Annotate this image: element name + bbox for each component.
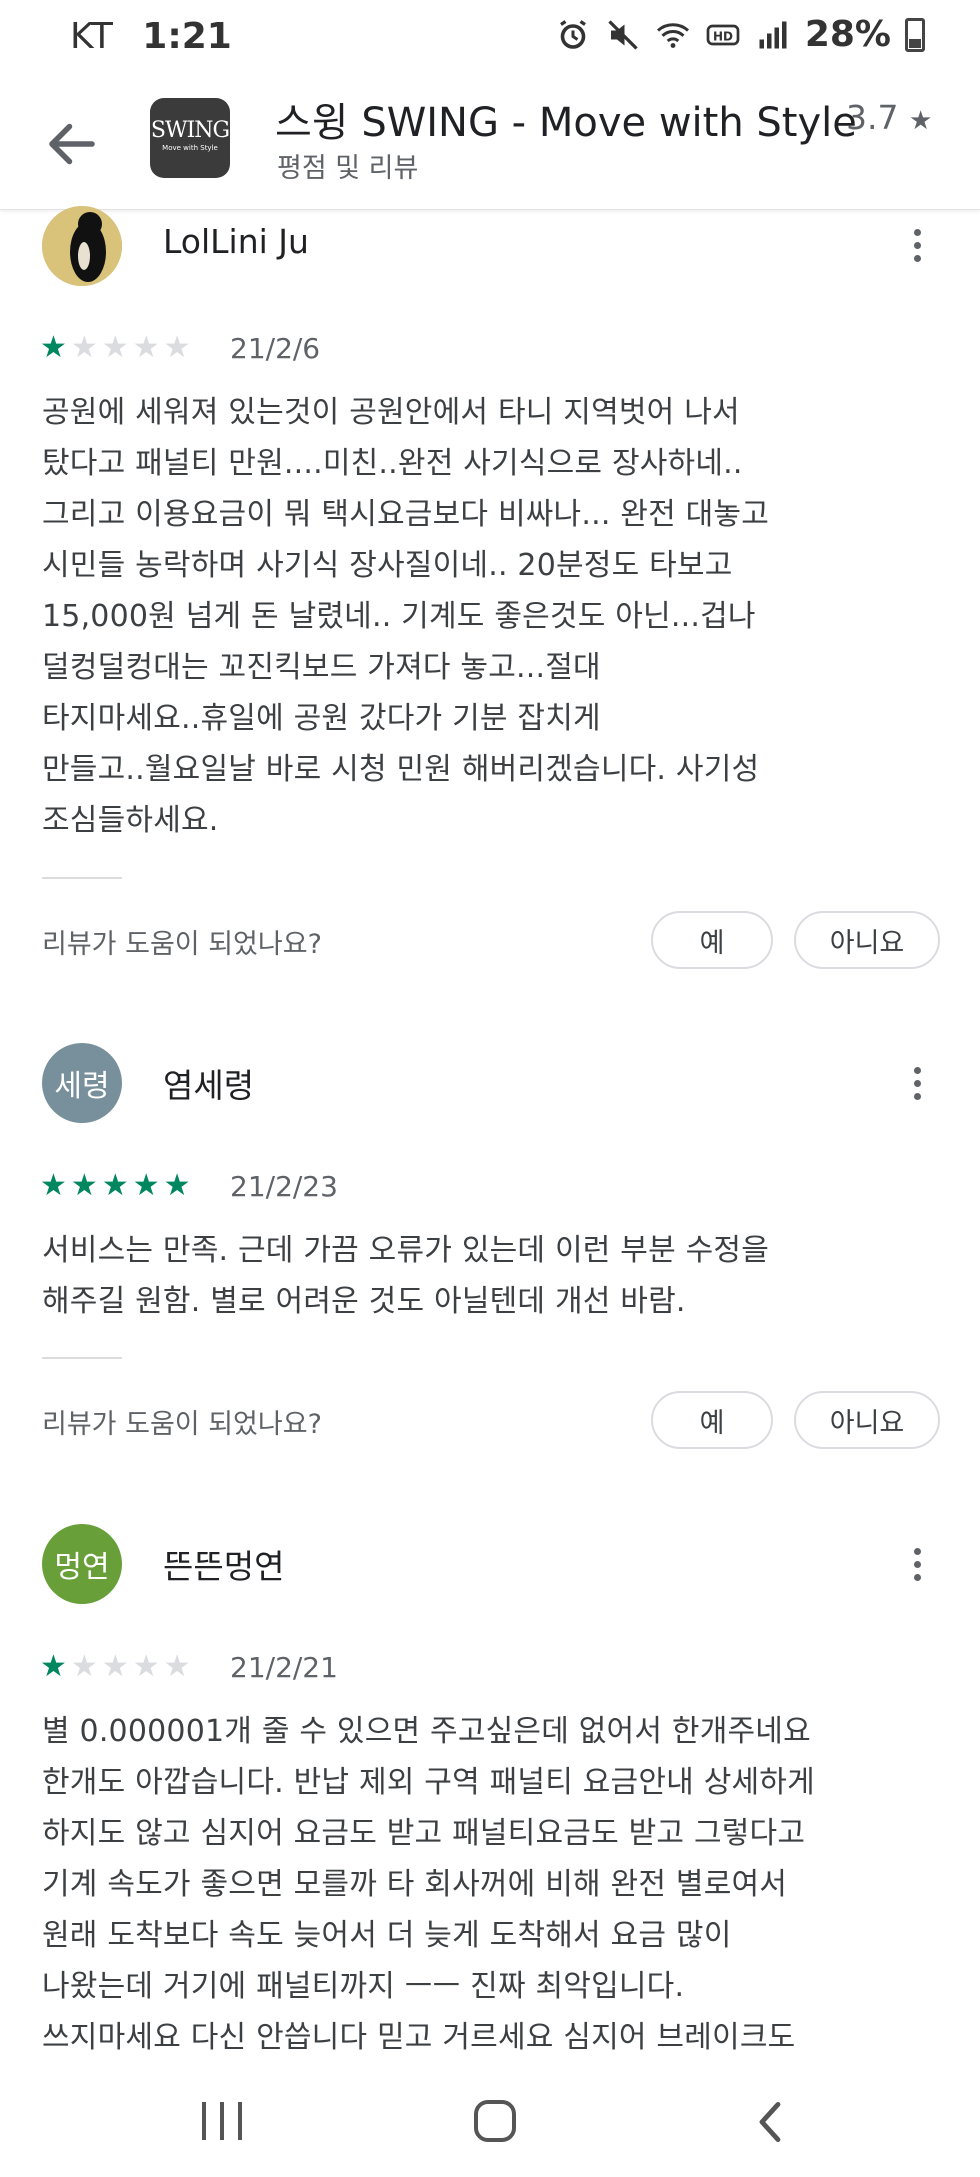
app-icon[interactable]: SWING Move with Style (150, 98, 230, 178)
star-icon: ★ (163, 1168, 191, 1203)
carrier-label: KT (70, 16, 113, 57)
divider (42, 877, 122, 879)
star-icon: ★ (70, 330, 98, 365)
star-icon: ★ (40, 330, 67, 365)
star-icon: ★ (101, 330, 129, 365)
status-right: HD 28% (555, 14, 925, 55)
review-date: 21/2/6 (230, 332, 321, 365)
status-bar: KT 1:21 HD 28% (0, 0, 980, 80)
star-icon: ★ (40, 1168, 67, 1203)
avatar: 멍연 (42, 1524, 122, 1604)
star-icon: ★ (101, 1649, 129, 1684)
page-subtitle: 평점 및 리뷰 (277, 153, 419, 184)
helpful-yes-button[interactable]: 예 (651, 1391, 773, 1449)
divider (42, 1357, 122, 1359)
star-rating: ★ ★ ★ ★ ★ (40, 332, 191, 364)
avatar (42, 206, 122, 286)
app-rating-value: 3.7 (846, 98, 899, 137)
star-rating: ★ ★ ★ ★ ★ (40, 1170, 191, 1202)
star-icon: ★ (163, 330, 191, 365)
chevron-left-icon[interactable] (750, 2098, 790, 2146)
avatar-photo-icon (42, 206, 122, 286)
alarm-icon (559, 19, 586, 49)
home-icon[interactable] (474, 2100, 516, 2142)
star-icon: ★ (70, 1168, 98, 1203)
helpful-yes-button[interactable]: 예 (651, 911, 773, 969)
reviewer-name: LolLini Ju (163, 222, 309, 261)
review-text: 별 0.000001개 줄 수 있으면 주고싶은데 없어서 한개주네요 한개도 … (42, 1714, 815, 2055)
more-options-icon[interactable] (900, 215, 934, 275)
helpful-no-button[interactable]: 아니요 (794, 911, 940, 969)
app-icon-logo-text: SWING (150, 118, 230, 143)
signal-icon (759, 21, 787, 48)
helpful-question: 리뷰가 도움이 되었나요? (42, 1409, 322, 1440)
more-options-icon[interactable] (900, 1053, 934, 1113)
star-icon: ★ (132, 1168, 160, 1203)
helpful-no-button[interactable]: 아니요 (794, 1391, 940, 1449)
review-date: 21/2/21 (230, 1651, 338, 1684)
star-icon: ★ (132, 1649, 160, 1684)
svg-text:HD: HD (713, 29, 733, 43)
reviewer-name: 뜬뜬멍연 (163, 1547, 285, 1586)
clock: 1:21 (142, 16, 232, 57)
app-rating: 3.7 ★ (846, 98, 932, 137)
navigation-bar (0, 2070, 980, 2177)
star-icon: ★ (908, 106, 933, 136)
star-icon: ★ (40, 1649, 67, 1684)
review-text: 서비스는 만족. 근데 가끔 오류가 있는데 이런 부분 수정을 해주길 원함.… (42, 1233, 770, 1319)
wifi-icon (656, 22, 689, 48)
star-icon: ★ (163, 1649, 191, 1684)
more-options-icon[interactable] (900, 1534, 934, 1594)
app-title: 스윙 SWING - Move with Style (275, 100, 857, 146)
hd-icon: HD (706, 24, 740, 45)
app-icon-tagline: Move with Style (162, 144, 218, 152)
battery-icon (905, 17, 925, 52)
reviewer-name: 염세령 (163, 1066, 255, 1105)
avatar: 세령 (42, 1043, 122, 1123)
star-rating: ★ ★ ★ ★ ★ (40, 1651, 191, 1683)
battery-percent: 28% (804, 14, 891, 55)
recent-apps-icon[interactable] (202, 2102, 242, 2140)
review-date: 21/2/23 (230, 1170, 338, 1203)
helpful-question: 리뷰가 도움이 되었나요? (42, 929, 322, 960)
status-left: KT 1:21 (70, 16, 232, 57)
star-icon: ★ (70, 1649, 98, 1684)
review-text: 공원에 세워져 있는것이 공원안에서 타니 지역벗어 나서 탔다고 패널티 만원… (42, 395, 770, 838)
mute-icon (608, 19, 638, 50)
back-arrow-icon[interactable] (42, 114, 102, 174)
star-icon: ★ (132, 330, 160, 365)
app-bar: SWING Move with Style 스윙 SWING - Move wi… (0, 80, 980, 210)
star-icon: ★ (101, 1168, 129, 1203)
